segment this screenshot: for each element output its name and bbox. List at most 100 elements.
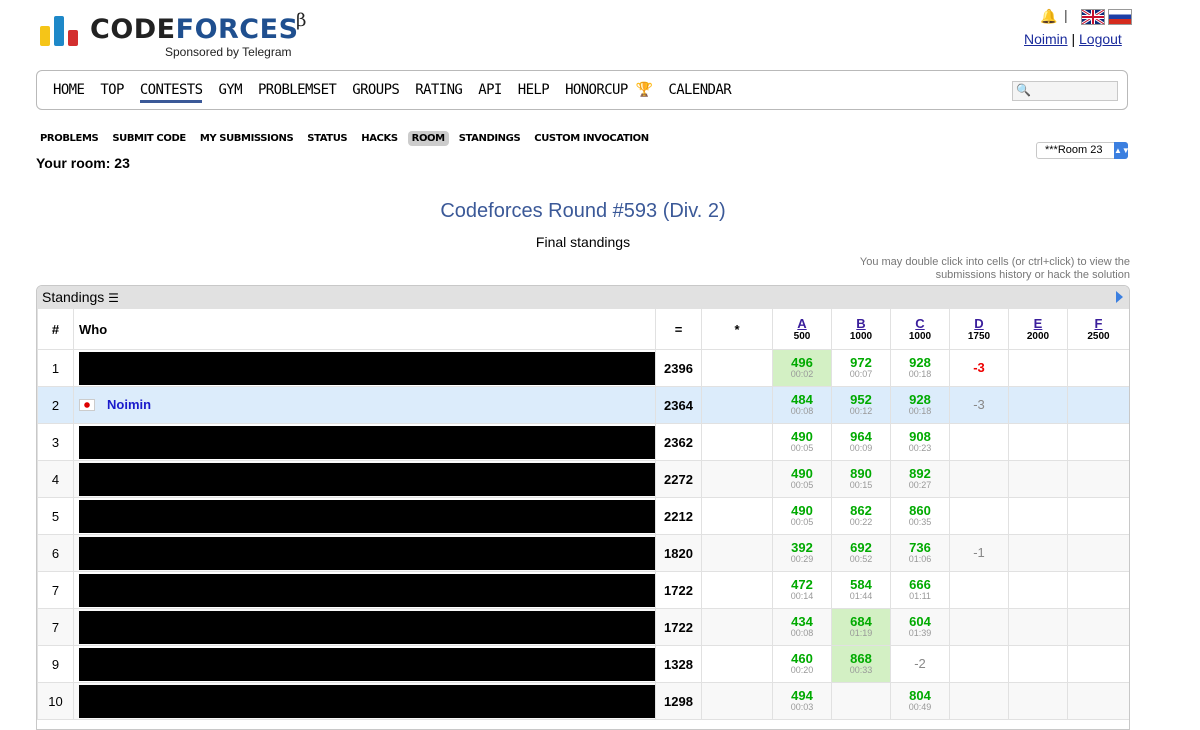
problem-cell[interactable] [949, 645, 1009, 683]
problem-cell[interactable] [1067, 460, 1129, 498]
room-select[interactable]: ***Room 23 ▲▼ [1036, 142, 1130, 159]
problem-cell[interactable]: 472 00:14 [772, 571, 832, 609]
problem-link[interactable]: C [891, 316, 949, 331]
notification-bell-icon[interactable]: 🔔 [1040, 8, 1057, 25]
problem-cell[interactable]: 604 01:39 [890, 608, 950, 646]
problem-link[interactable]: E [1009, 316, 1067, 331]
problem-cell[interactable] [1067, 571, 1129, 609]
nav-groups[interactable]: GROUPS [352, 82, 400, 103]
problem-cell[interactable]: 460 00:20 [772, 645, 832, 683]
nav-calendar[interactable]: CALENDAR [668, 82, 731, 103]
problem-cell[interactable]: 860 00:35 [890, 497, 950, 535]
problem-cell[interactable]: 490 00:05 [772, 423, 832, 461]
nav-gym[interactable]: GYM [218, 82, 242, 103]
logout-link[interactable]: Logout [1079, 31, 1122, 47]
nav-api[interactable]: API [478, 82, 502, 103]
nav-honorcup[interactable]: HONORCUP 🏆 [565, 82, 653, 103]
problem-link[interactable]: D [950, 316, 1008, 331]
problem-cell[interactable] [1008, 534, 1068, 572]
subnav-standings[interactable]: STANDINGS [455, 131, 525, 146]
problem-cell[interactable]: 862 00:22 [831, 497, 891, 535]
problem-cell[interactable]: 684 01:19 [831, 608, 891, 646]
problem-cell[interactable] [1008, 460, 1068, 498]
subnav-submit-code[interactable]: SUBMIT CODE [108, 131, 190, 146]
hacks-cell[interactable] [701, 386, 773, 424]
problem-cell[interactable] [949, 423, 1009, 461]
nav-contests[interactable]: CONTESTS [139, 82, 203, 103]
problem-cell[interactable]: 952 00:12 [831, 386, 891, 424]
nav-problemset[interactable]: PROBLEMSET [258, 82, 337, 103]
problem-cell[interactable] [1008, 349, 1068, 387]
hacks-cell[interactable] [701, 423, 773, 461]
problem-cell[interactable]: 964 00:09 [831, 423, 891, 461]
hacks-cell[interactable] [701, 534, 773, 572]
problem-link[interactable]: F [1068, 316, 1129, 331]
subnav-custom-invocation[interactable]: CUSTOM INVOCATION [530, 131, 652, 146]
hacks-cell[interactable] [701, 682, 773, 720]
codeforces-logo-text[interactable]: CODEFORCES [90, 14, 299, 45]
problem-cell[interactable]: 584 01:44 [831, 571, 891, 609]
problem-cell[interactable]: 484 00:08 [772, 386, 832, 424]
user-handle[interactable]: Noimin [107, 397, 151, 412]
subnav-my-submissions[interactable]: MY SUBMISSIONS [196, 131, 297, 146]
problem-cell[interactable] [1008, 386, 1068, 424]
contest-title[interactable]: Codeforces Round #593 (Div. 2) [0, 200, 1166, 223]
problem-cell[interactable] [1067, 534, 1129, 572]
hacks-cell[interactable] [701, 460, 773, 498]
problem-cell[interactable]: 736 01:06 [890, 534, 950, 572]
problem-cell[interactable]: 666 01:11 [890, 571, 950, 609]
problem-cell[interactable] [1008, 608, 1068, 646]
problem-cell[interactable] [949, 460, 1009, 498]
problem-cell[interactable]: 490 00:05 [772, 497, 832, 535]
problem-cell[interactable]: 692 00:52 [831, 534, 891, 572]
subnav-status[interactable]: STATUS [303, 131, 351, 146]
problem-cell[interactable] [1008, 571, 1068, 609]
subnav-problems[interactable]: PROBLEMS [36, 131, 102, 146]
problem-cell[interactable]: 928 00:18 [890, 386, 950, 424]
problem-cell[interactable] [1067, 386, 1129, 424]
list-icon[interactable]: ☰ [108, 291, 119, 305]
problem-cell[interactable]: 972 00:07 [831, 349, 891, 387]
nav-top[interactable]: TOP [100, 82, 124, 103]
problem-cell[interactable] [831, 682, 891, 720]
hacks-cell[interactable] [701, 645, 773, 683]
problem-cell[interactable]: 804 00:49 [890, 682, 950, 720]
problem-cell[interactable]: 890 00:15 [831, 460, 891, 498]
problem-cell[interactable] [949, 571, 1009, 609]
problem-cell[interactable]: -2 [890, 645, 950, 683]
problem-cell[interactable] [949, 497, 1009, 535]
russian-flag-icon[interactable] [1108, 9, 1132, 25]
problem-cell[interactable]: 868 00:33 [831, 645, 891, 683]
problem-cell[interactable] [1008, 497, 1068, 535]
problem-cell[interactable]: -3 [949, 349, 1009, 387]
nav-help[interactable]: HELP [518, 82, 550, 103]
problem-cell[interactable] [1067, 497, 1129, 535]
problem-cell[interactable]: 434 00:08 [772, 608, 832, 646]
problem-cell[interactable] [1067, 423, 1129, 461]
problem-cell[interactable] [1008, 645, 1068, 683]
english-flag-icon[interactable] [1081, 9, 1105, 25]
problem-cell[interactable] [1008, 423, 1068, 461]
problem-cell[interactable] [1008, 682, 1068, 720]
hacks-cell[interactable] [701, 349, 773, 387]
search-input[interactable]: 🔍 [1012, 81, 1118, 101]
problem-cell[interactable] [949, 608, 1009, 646]
problem-cell[interactable] [1067, 645, 1129, 683]
problem-cell[interactable]: 496 00:02 [772, 349, 832, 387]
problem-cell[interactable]: -1 [949, 534, 1009, 572]
problem-cell[interactable]: 494 00:03 [772, 682, 832, 720]
problem-cell[interactable] [1067, 349, 1129, 387]
problem-cell[interactable]: -3 [949, 386, 1009, 424]
expand-arrow-icon[interactable] [1116, 291, 1123, 303]
problem-cell[interactable]: 928 00:18 [890, 349, 950, 387]
problem-cell[interactable] [1067, 608, 1129, 646]
user-profile-link[interactable]: Noimin [1024, 31, 1068, 47]
subnav-hacks[interactable]: HACKS [357, 131, 401, 146]
problem-cell[interactable]: 490 00:05 [772, 460, 832, 498]
problem-cell[interactable]: 892 00:27 [890, 460, 950, 498]
hacks-cell[interactable] [701, 608, 773, 646]
problem-cell[interactable]: 392 00:29 [772, 534, 832, 572]
nav-home[interactable]: HOME [53, 82, 85, 103]
hacks-cell[interactable] [701, 497, 773, 535]
hacks-cell[interactable] [701, 571, 773, 609]
